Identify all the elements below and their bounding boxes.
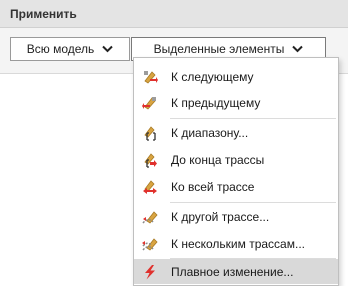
menu-item-next[interactable]: К следующему <box>134 64 338 89</box>
whole-route-icon <box>143 179 157 194</box>
menu-item-label: К другой трассе... <box>171 209 270 224</box>
several-routes-icon <box>142 237 158 251</box>
range-icon <box>144 125 156 141</box>
chevron-down-icon <box>102 45 113 53</box>
menu-separator <box>170 202 336 203</box>
menu-item-label: До конца трассы <box>171 152 265 167</box>
menu-item-to-end[interactable]: До конца трассы <box>134 147 338 172</box>
to-end-icon <box>144 152 157 168</box>
apply-header: Применить <box>0 0 348 28</box>
selected-elements-label: Выделенные элементы <box>153 42 285 56</box>
menu-item-other-route[interactable]: К другой трассе... <box>134 204 338 229</box>
menu-item-smooth-change[interactable]: Плавное изменение... <box>134 259 338 284</box>
menu-separator <box>170 118 336 119</box>
menu-item-label: Плавное изменение... <box>171 264 294 279</box>
lightning-icon <box>145 264 155 279</box>
menu-item-several-routes[interactable]: К нескольким трассам... <box>134 231 338 256</box>
menu-item-label: К диапазону... <box>171 125 249 140</box>
selected-elements-dropdown: К следующему К предыдущему К диапазону..… <box>133 57 339 286</box>
next-icon <box>144 70 158 84</box>
menu-item-whole-route[interactable]: Ко всей трассе <box>134 174 338 199</box>
menu-item-label: К следующему <box>171 69 254 84</box>
menu-item-label: К предыдущему <box>171 95 261 110</box>
all-model-button[interactable]: Всю модель <box>10 37 130 61</box>
chevron-down-icon <box>292 45 304 53</box>
menu-item-previous[interactable]: К предыдущему <box>134 90 338 115</box>
all-model-label: Всю модель <box>26 42 95 56</box>
previous-icon <box>142 96 156 110</box>
menu-item-label: К нескольким трассам... <box>171 236 305 251</box>
menu-item-label: Ко всей трассе <box>171 179 255 194</box>
header-title: Применить <box>10 7 77 21</box>
menu-item-range[interactable]: К диапазону... <box>134 120 338 145</box>
other-route-icon <box>142 210 158 224</box>
